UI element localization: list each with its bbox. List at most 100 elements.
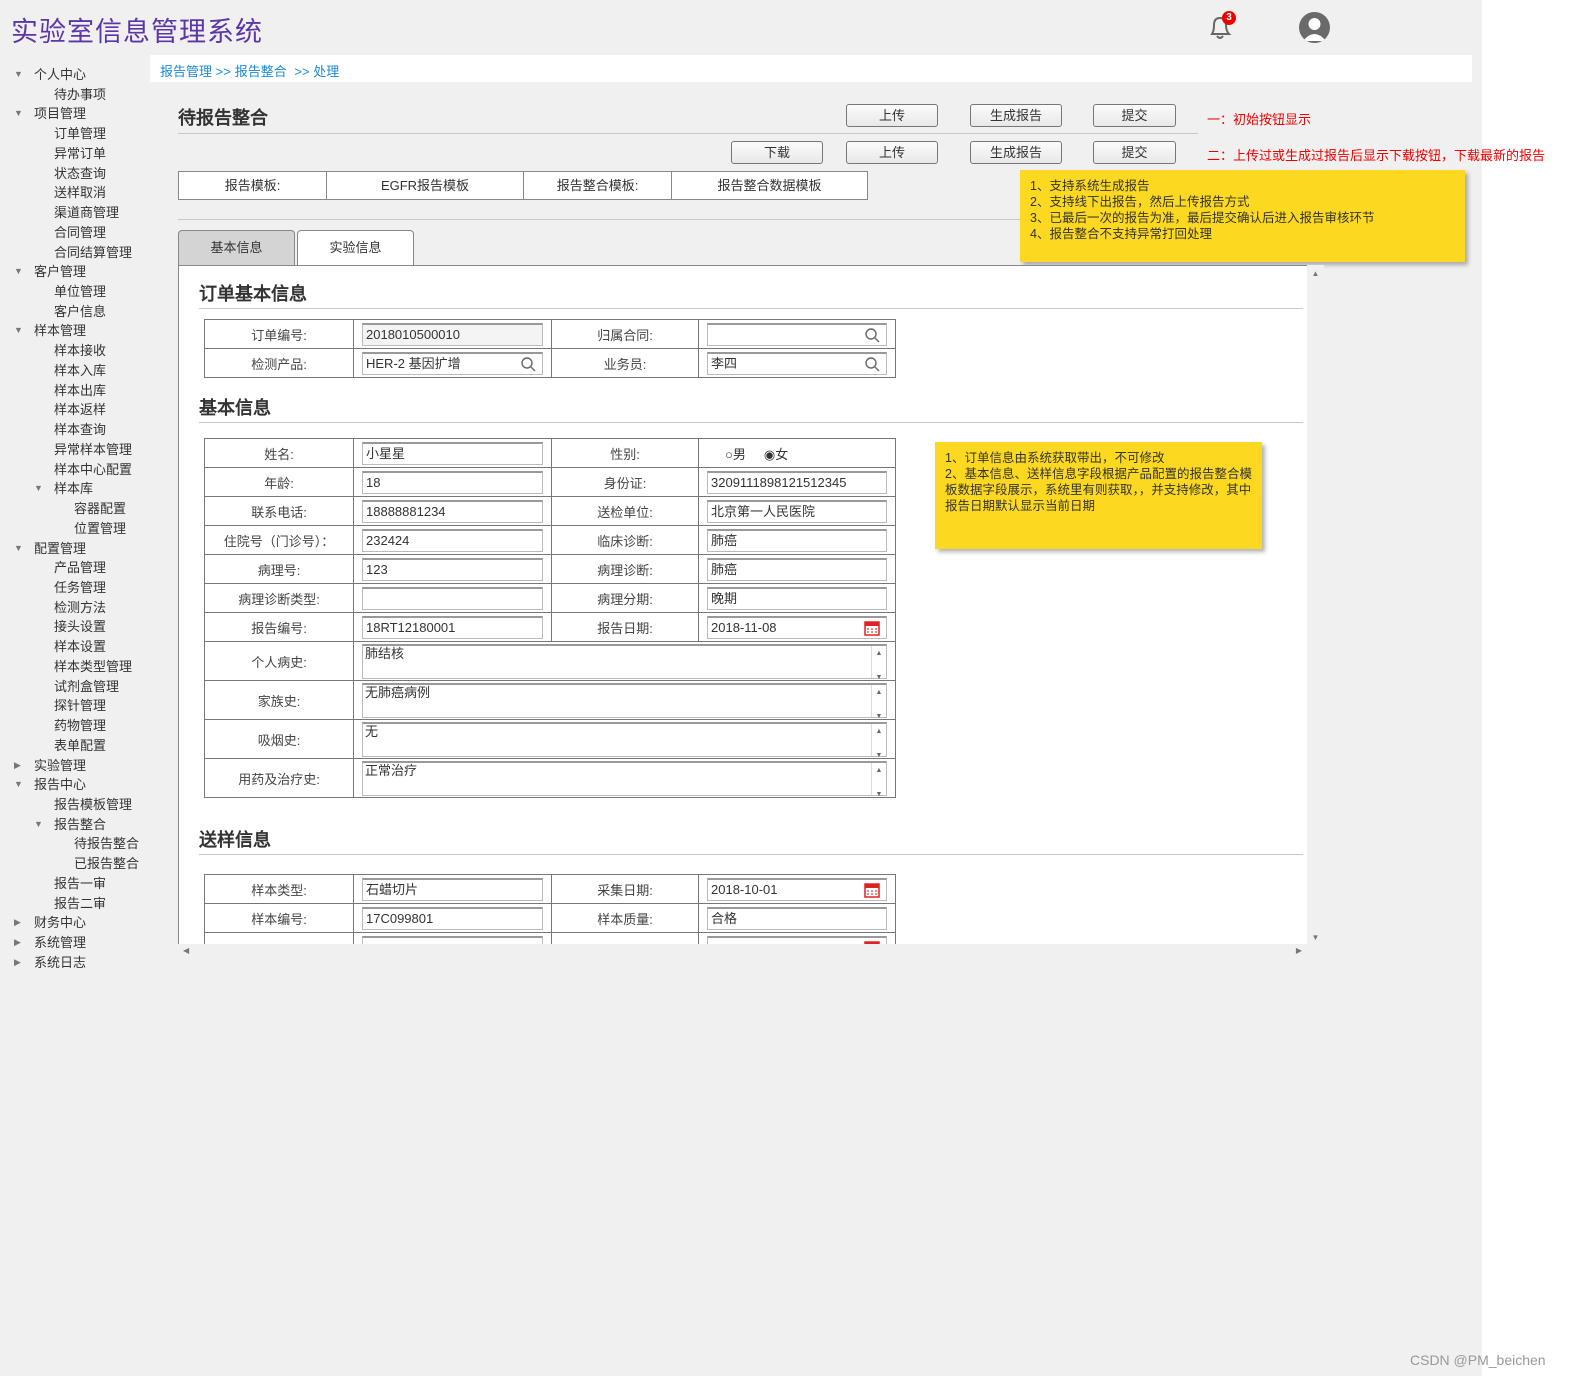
sidebar-item[interactable]: 样本类型管理	[54, 657, 132, 676]
text-input[interactable]: 肺癌	[707, 557, 887, 581]
sidebar-item[interactable]: 待报告整合	[74, 834, 139, 853]
upload-button-2[interactable]: 上传	[846, 141, 938, 164]
text-input[interactable]	[362, 586, 543, 610]
sidebar-item[interactable]: 药物管理	[54, 716, 106, 735]
sidebar-item[interactable]: ▼ 客户管理	[14, 262, 86, 281]
text-input[interactable]: 3209111898121512345	[707, 470, 887, 494]
sidebar-item[interactable]: 样本查询	[54, 420, 106, 439]
sidebar-item[interactable]: 合同结算管理	[54, 243, 132, 262]
sidebar-item[interactable]: 客户信息	[54, 302, 106, 321]
caret-right-icon[interactable]: ▶	[14, 756, 21, 775]
user-avatar-icon[interactable]	[1299, 12, 1330, 43]
textarea[interactable]: 无肺癌病例 ▲ ▼	[362, 682, 887, 720]
text-input[interactable]: 小星星	[362, 441, 543, 465]
text-input[interactable]: 17C099801	[362, 906, 543, 930]
sidebar-item[interactable]: ▼ 配置管理	[14, 539, 86, 558]
sidebar-item[interactable]: 样本中心配置	[54, 460, 132, 479]
generate-report-button-2[interactable]: 生成报告	[970, 141, 1062, 164]
sidebar-item[interactable]: ▶ 财务中心	[14, 913, 86, 932]
sidebar-item[interactable]: 报告模板管理	[54, 795, 132, 814]
sidebar-item[interactable]: 探针管理	[54, 696, 106, 715]
vertical-scrollbar[interactable]: ▲ ▼	[1307, 265, 1324, 945]
generate-report-button[interactable]: 生成报告	[970, 104, 1062, 127]
text-input[interactable]: 合格	[707, 906, 887, 930]
scroll-left-icon[interactable]: ◀	[183, 946, 189, 955]
scroll-up-icon[interactable]: ▲	[1307, 269, 1324, 278]
sidebar-item[interactable]: 试剂盒管理	[54, 677, 119, 696]
textarea[interactable]: 肺结核 ▲ ▼	[362, 643, 887, 681]
sidebar-item[interactable]: 样本入库	[54, 361, 106, 380]
sidebar-item[interactable]: 位置管理	[74, 519, 126, 538]
caret-down-icon[interactable]: ▼	[14, 321, 23, 340]
text-input[interactable]: 北京第一人民医院	[707, 499, 887, 523]
sidebar-item[interactable]: ▼ 项目管理	[14, 104, 86, 123]
sidebar-item[interactable]: ▶ 系统日志	[14, 953, 86, 972]
caret-down-icon[interactable]: ▼	[34, 479, 43, 498]
textarea-scrollbar[interactable]: ▲ ▼	[871, 762, 886, 798]
caret-down-icon[interactable]: ▼	[14, 775, 23, 794]
sidebar-item[interactable]: 报告一审	[54, 874, 106, 893]
caret-down-icon[interactable]: ▼	[14, 104, 23, 123]
text-input[interactable]: 石蜡切片	[362, 877, 543, 901]
sidebar-item[interactable]: 状态查询	[54, 164, 106, 183]
sidebar-item[interactable]: ▼ 样本库	[34, 479, 93, 498]
textarea[interactable]: 正常治疗 ▲ ▼	[362, 760, 887, 798]
calendar-icon[interactable]	[864, 882, 880, 898]
submit-button-2[interactable]: 提交	[1093, 141, 1176, 164]
scroll-right-icon[interactable]: ▶	[1296, 946, 1302, 955]
textarea-scrollbar[interactable]: ▲ ▼	[871, 684, 886, 720]
gender-radio-1[interactable]: ◉女	[764, 447, 788, 462]
caret-right-icon[interactable]: ▶	[14, 913, 21, 932]
caret-right-icon[interactable]: ▶	[14, 953, 21, 972]
sidebar-item[interactable]: 产品管理	[54, 558, 106, 577]
search-input[interactable]: HER-2 基因扩增	[362, 351, 543, 375]
sidebar-item[interactable]: 表单配置	[54, 736, 106, 755]
tab-experiment-info[interactable]: 实验信息	[297, 230, 414, 266]
search-icon[interactable]	[520, 356, 536, 372]
textarea-scrollbar[interactable]: ▲ ▼	[871, 645, 886, 681]
sidebar-item[interactable]: 异常订单	[54, 144, 106, 163]
sidebar-item[interactable]: 已报告整合	[74, 854, 139, 873]
caret-down-icon[interactable]: ▼	[14, 262, 23, 281]
breadcrumb-report-management[interactable]: 报告管理 >>	[160, 64, 231, 79]
sidebar-item[interactable]: ▼ 报告中心	[14, 775, 86, 794]
text-input[interactable]: 晚期	[707, 586, 887, 610]
sidebar-item[interactable]: 待办事项	[54, 85, 106, 104]
search-icon[interactable]	[864, 327, 880, 343]
date-input[interactable]: 2018-11-08	[707, 615, 887, 639]
sidebar-item[interactable]: 任务管理	[54, 578, 106, 597]
sidebar-item[interactable]: 检测方法	[54, 598, 106, 617]
sidebar-item[interactable]: 容器配置	[74, 499, 126, 518]
search-input[interactable]: 李四	[707, 351, 887, 375]
sidebar-item[interactable]: 订单管理	[54, 124, 106, 143]
sidebar-item[interactable]: 异常样本管理	[54, 440, 132, 459]
scroll-down-icon[interactable]: ▼	[1307, 933, 1324, 942]
search-input[interactable]	[707, 322, 887, 346]
text-input[interactable]: 18	[362, 470, 543, 494]
search-icon[interactable]	[864, 356, 880, 372]
horizontal-scrollbar[interactable]: ◀ ▶	[178, 944, 1324, 961]
sidebar-item[interactable]: 合同管理	[54, 223, 106, 242]
gender-radio-0[interactable]: ○男	[725, 447, 746, 462]
sidebar-item[interactable]: 渠道商管理	[54, 203, 119, 222]
caret-down-icon[interactable]: ▼	[14, 65, 23, 84]
date-input[interactable]: 2018-10-01	[707, 877, 887, 901]
text-input[interactable]: 232424	[362, 528, 543, 552]
sidebar-item[interactable]: 报告二审	[54, 894, 106, 913]
textarea[interactable]: 无 ▲ ▼	[362, 721, 887, 759]
radio-unchecked-icon[interactable]: ○	[725, 447, 733, 462]
text-input[interactable]: 123	[362, 557, 543, 581]
text-input[interactable]: 肺癌	[707, 528, 887, 552]
tab-basic-info[interactable]: 基本信息	[178, 230, 295, 266]
text-input[interactable]: 18888881234	[362, 499, 543, 523]
breadcrumb-report-integration[interactable]: 报告整合	[235, 64, 287, 79]
radio-checked-icon[interactable]: ◉	[764, 447, 775, 462]
calendar-icon[interactable]	[864, 620, 880, 636]
sidebar-item[interactable]: 样本返样	[54, 400, 106, 419]
caret-down-icon[interactable]: ▼	[34, 815, 43, 834]
sidebar-item[interactable]: ▼ 个人中心	[14, 65, 86, 84]
download-button[interactable]: 下载	[731, 141, 823, 164]
caret-down-icon[interactable]: ▼	[14, 539, 23, 558]
sidebar-item[interactable]: 样本设置	[54, 637, 106, 656]
sidebar-item[interactable]: 样本接收	[54, 341, 106, 360]
